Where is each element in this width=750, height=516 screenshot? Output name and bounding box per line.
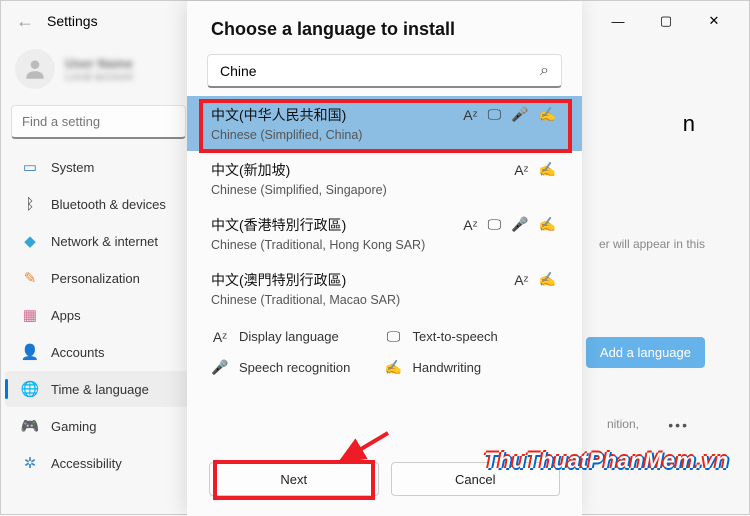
hand-icon: ✍: [539, 106, 556, 123]
language-english-name: Chinese (Traditional, Macao SAR): [211, 293, 558, 307]
sidebar-item-apps[interactable]: ▦ Apps: [5, 297, 192, 333]
language-option[interactable]: 中文(香港特別行政區)Chinese (Traditional, Hong Ko…: [187, 206, 582, 261]
language-feature-icons: Aᶻ 🖵 🎤 ✍: [463, 216, 556, 233]
more-options-button[interactable]: •••: [668, 417, 689, 433]
language-english-name: Chinese (Simplified, China): [211, 128, 558, 142]
language-feature-icons: Aᶻ ✍: [514, 161, 556, 178]
legend-tts: 🖵 Text-to-speech: [385, 328, 559, 345]
nav-icon: 🎮: [21, 417, 39, 435]
sidebar-item-network-internet[interactable]: ◆ Network & internet: [5, 223, 192, 259]
legend-handwriting-label: Handwriting: [413, 360, 482, 375]
display-icon: Aᶻ: [463, 107, 477, 123]
legend-display: Aᶻ Display language: [211, 328, 385, 345]
legend-speech-label: Speech recognition: [239, 360, 350, 375]
window-title: Settings: [47, 13, 98, 29]
language-feature-icons: Aᶻ 🖵 🎤 ✍: [463, 106, 556, 123]
sidebar-item-time-language[interactable]: 🌐 Time & language: [5, 371, 192, 407]
legend-display-label: Display language: [239, 329, 339, 344]
close-button[interactable]: ✕: [691, 5, 737, 37]
back-button[interactable]: ←: [13, 9, 37, 33]
nav-label: Accounts: [51, 345, 104, 360]
sidebar-item-accessibility[interactable]: ✲ Accessibility: [5, 445, 192, 481]
text-to-speech-icon: 🖵: [385, 328, 403, 345]
hint-text: er will appear in this: [599, 237, 705, 251]
minimize-button[interactable]: —: [595, 5, 641, 37]
hand-icon: ✍: [539, 216, 556, 233]
nav-icon: 🌐: [21, 380, 39, 398]
display-icon: Aᶻ: [514, 162, 528, 178]
maximize-button[interactable]: ▢: [643, 5, 689, 37]
cancel-button[interactable]: Cancel: [391, 462, 561, 496]
speech-icon: 🎤: [511, 216, 528, 233]
add-language-button[interactable]: Add a language: [586, 337, 705, 368]
display-language-icon: Aᶻ: [211, 329, 229, 345]
nav-label: Time & language: [51, 382, 149, 397]
profile-block[interactable]: User Name Local account: [1, 45, 196, 105]
profile-name: User Name: [65, 56, 133, 71]
nav-label: Accessibility: [51, 456, 122, 471]
language-native-name: 中文(新加坡): [211, 160, 558, 180]
display-icon: Aᶻ: [463, 217, 477, 233]
nav-icon: ▦: [21, 306, 39, 324]
language-option[interactable]: 中文(中华人民共和国)Chinese (Simplified, China)Aᶻ…: [187, 96, 582, 151]
profile-info: User Name Local account: [65, 56, 133, 83]
nav-label: Bluetooth & devices: [51, 197, 166, 212]
window-controls: — ▢ ✕: [595, 5, 737, 37]
partial-heading: n: [683, 111, 695, 137]
language-search-input[interactable]: [220, 63, 540, 79]
sidebar-item-system[interactable]: ▭ System: [5, 149, 192, 185]
language-native-name: 中文(澳門特別行政區): [211, 270, 558, 290]
language-install-dialog: Choose a language to install ⌕ 中文(中华人民共和…: [187, 1, 582, 516]
dialog-buttons: Next Cancel: [187, 444, 582, 516]
speech-recognition-icon: 🎤: [211, 359, 229, 376]
dialog-title: Choose a language to install: [187, 19, 582, 54]
sidebar-item-personalization[interactable]: ✎ Personalization: [5, 260, 192, 296]
nav-label: Personalization: [51, 271, 140, 286]
nav-list: ▭ System ᛒ Bluetooth & devices ◆ Network & in…: [1, 149, 196, 481]
language-english-name: Chinese (Traditional, Hong Kong SAR): [211, 238, 558, 252]
language-feature-icons: Aᶻ ✍: [514, 271, 556, 288]
handwriting-icon: ✍: [385, 359, 403, 376]
legend-speech: 🎤 Speech recognition: [211, 359, 385, 376]
language-option[interactable]: 中文(新加坡) Chinese (Simplified, Singapore) Aᶻ…: [187, 151, 582, 206]
sidebar-item-bluetooth-devices[interactable]: ᛒ Bluetooth & devices: [5, 186, 192, 222]
sidebar: User Name Local account ⌕ ▭ System ᛒ Blueto…: [1, 41, 196, 514]
language-search[interactable]: ⌕: [207, 54, 562, 88]
language-list: 中文(中华人民共和国)Chinese (Simplified, China)Aᶻ…: [187, 96, 582, 316]
nav-icon: ᛒ: [21, 195, 39, 213]
search-icon: ⌕: [540, 62, 549, 80]
tts-icon: 🖵: [488, 216, 502, 233]
legend-tts-label: Text-to-speech: [413, 329, 498, 344]
nav-label: Network & internet: [51, 234, 158, 249]
nav-label: Gaming: [51, 419, 97, 434]
language-english-name: Chinese (Simplified, Singapore): [211, 183, 558, 197]
hand-icon: ✍: [539, 161, 556, 178]
settings-search[interactable]: ⌕: [11, 105, 186, 139]
nav-icon: ◆: [21, 232, 39, 250]
hand-icon: ✍: [539, 271, 556, 288]
next-button[interactable]: Next: [209, 462, 379, 496]
sidebar-item-gaming[interactable]: 🎮 Gaming: [5, 408, 192, 444]
speech-icon: 🎤: [511, 106, 528, 123]
avatar: [15, 49, 55, 89]
tts-icon: 🖵: [488, 106, 502, 123]
feature-legend: Aᶻ Display language 🖵 Text-to-speech 🎤 Spee…: [187, 316, 582, 376]
profile-sub: Local account: [65, 71, 133, 83]
nav-label: Apps: [51, 308, 81, 323]
language-option[interactable]: 中文(澳門特別行政區) Chinese (Traditional, Macao S…: [187, 261, 582, 316]
legend-handwriting: ✍ Handwriting: [385, 359, 559, 376]
display-icon: Aᶻ: [514, 272, 528, 288]
nav-icon: 👤: [21, 343, 39, 361]
nav-icon: ▭: [21, 158, 39, 176]
settings-search-input[interactable]: [22, 114, 198, 129]
nav-label: System: [51, 160, 94, 175]
recognition-fragment: nition,: [607, 417, 639, 431]
sidebar-item-accounts[interactable]: 👤 Accounts: [5, 334, 192, 370]
nav-icon: ✲: [21, 454, 39, 472]
nav-icon: ✎: [21, 269, 39, 287]
